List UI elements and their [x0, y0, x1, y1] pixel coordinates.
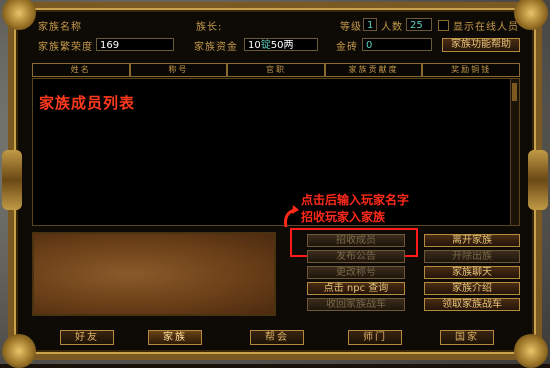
prestige-value: 169	[96, 38, 174, 51]
recall-war-chariot-button[interactable]: 收回家族战车	[307, 298, 405, 311]
leave-family-button[interactable]: 离开家族	[424, 234, 520, 247]
members-label: 人数	[381, 22, 403, 33]
funds-value: 10锭50两	[244, 38, 318, 51]
column-rank[interactable]: 官职	[227, 63, 325, 77]
members-value: 25	[406, 18, 432, 31]
recruit-member-button[interactable]: 招收成员	[307, 234, 405, 247]
scrollbar-thumb[interactable]	[512, 83, 517, 101]
member-list-scrollbar[interactable]	[510, 79, 519, 225]
column-title[interactable]: 称号	[129, 63, 228, 77]
family-name-label: 家族名称	[38, 22, 82, 33]
family-intro-button[interactable]: 家族介绍	[424, 282, 520, 295]
level-label: 等级	[340, 22, 362, 33]
corner-ornament-bl	[2, 334, 36, 368]
publish-notice-button[interactable]: 发布公告	[307, 250, 405, 263]
gold-value: 0	[362, 38, 432, 51]
tab-family[interactable]: 家族	[148, 330, 202, 345]
family-help-button[interactable]: 家族功能帮助	[442, 38, 520, 52]
tab-friends[interactable]: 好友	[60, 330, 114, 345]
prestige-label: 家族繁荣度	[38, 42, 93, 53]
corner-ornament-tr	[514, 0, 548, 30]
change-title-button[interactable]: 更改称号	[307, 266, 405, 279]
level-value: 1	[363, 18, 377, 31]
column-name[interactable]: 姓名	[32, 63, 130, 77]
column-reward[interactable]: 奖励铜钱	[422, 63, 520, 77]
claim-war-chariot-button[interactable]: 领取家族战车	[424, 298, 520, 311]
funds-value-prefix: 10	[248, 40, 261, 51]
member-list[interactable]: 家族成员列表	[32, 78, 520, 226]
funds-value-suffix: 50两	[270, 40, 294, 51]
show-online-label: 显示在线人员	[453, 22, 519, 33]
annotation-line2: 招收玩家入家族	[301, 210, 386, 224]
announcement-parchment	[32, 232, 276, 316]
family-chat-button[interactable]: 家族聊天	[424, 266, 520, 279]
expel-member-button[interactable]: 开除出族	[424, 250, 520, 263]
column-contribution[interactable]: 家族贡献度	[324, 63, 423, 77]
annotation-line1: 点击后输入玩家名字	[301, 193, 410, 207]
annotation-arrow-icon	[284, 205, 299, 228]
member-table-header: 姓名 称号 官职 家族贡献度 奖励铜钱	[32, 63, 520, 77]
leader-label: 族长:	[196, 22, 223, 33]
side-ornament-right	[528, 150, 548, 210]
funds-unit-mid: 锭	[260, 40, 271, 51]
gold-label: 金砖	[336, 42, 358, 53]
corner-ornament-br	[514, 334, 548, 368]
tab-mentor[interactable]: 师门	[348, 330, 402, 345]
show-online-checkbox[interactable]	[438, 20, 449, 31]
member-list-title: 家族成员列表	[39, 94, 136, 112]
funds-label: 家族资金	[194, 42, 238, 53]
side-ornament-left	[2, 150, 22, 210]
game-window: 家族名称 族长: 等级 1 人数 25 显示在线人员 家族繁荣度 169 家族资…	[0, 0, 550, 368]
tab-guild[interactable]: 帮会	[250, 330, 304, 345]
tab-nation[interactable]: 国家	[440, 330, 494, 345]
npc-query-button[interactable]: 点击 npc 查询	[307, 282, 405, 295]
